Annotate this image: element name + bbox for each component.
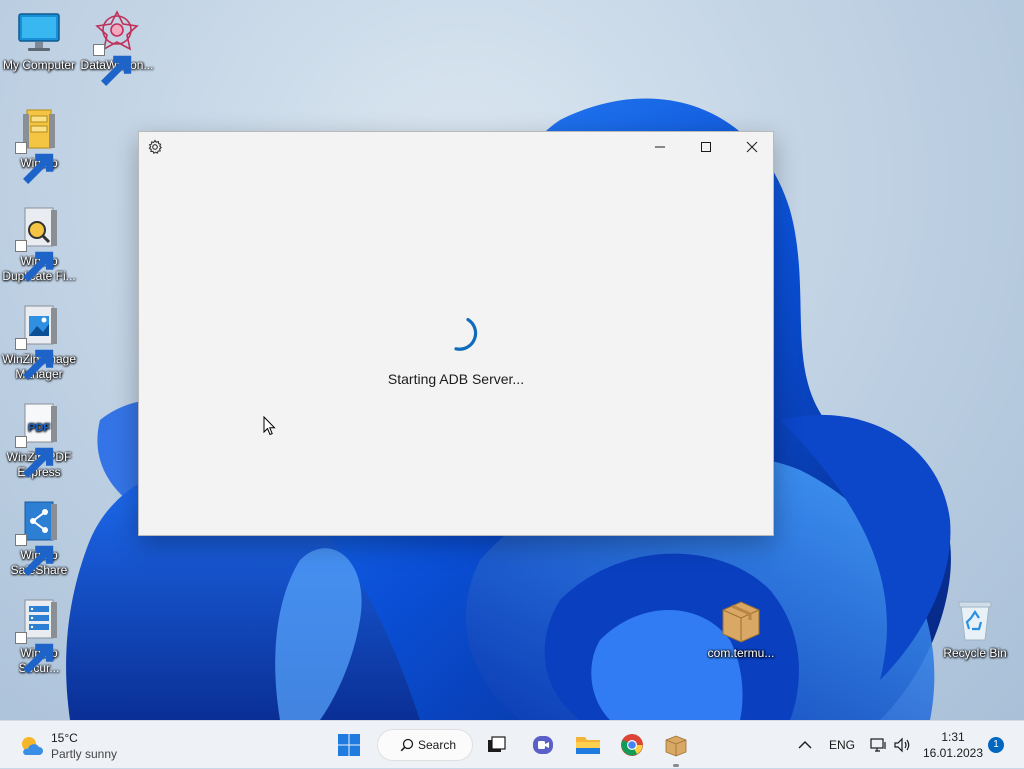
clock[interactable]: 1:31 16.01.2023 — [920, 729, 986, 761]
minimize-button[interactable] — [637, 132, 683, 162]
windows-logo-icon — [338, 734, 360, 756]
weather-condition: Partly sunny — [51, 747, 118, 761]
monitor-icon — [15, 8, 63, 56]
desktop-icon-label: My Computer — [2, 58, 76, 72]
weather-temperature: 15°C — [51, 731, 78, 745]
show-hidden-icons-button[interactable] — [798, 721, 812, 769]
shortcut-arrow-icon — [15, 142, 54, 184]
winzip-icon — [15, 106, 63, 184]
taskbar: 15°C Partly sunny Search ENG 1:31 16.01.… — [0, 720, 1024, 768]
desktop-icon-label: Recycle Bin — [943, 646, 1007, 660]
desktop-icon-winzip-image-manager[interactable]: WinZip Image Manager — [0, 302, 78, 382]
folder-icon — [576, 737, 600, 754]
active-indicator — [673, 764, 679, 767]
task-view-button[interactable] — [481, 729, 513, 761]
app-window[interactable]: Starting ADB Server... — [138, 131, 774, 536]
recycle-bin-icon — [951, 596, 999, 644]
package-box-icon — [665, 735, 687, 757]
network-icon[interactable] — [870, 721, 888, 769]
desktop-icon-my-computer[interactable]: My Computer — [0, 8, 78, 73]
maximize-icon — [701, 142, 711, 152]
winzip-image-icon — [15, 302, 63, 380]
partly-sunny-icon — [22, 737, 43, 755]
desktop-icon-winzip-secure[interactable]: WinZip Secur... — [0, 596, 78, 676]
weather-widget[interactable]: 15°C Partly sunny — [18, 729, 148, 761]
desktop-icon-datawagon[interactable]: DataWagon... — [78, 8, 156, 86]
clock-time: 1:31 — [941, 730, 965, 744]
winzip-safeshare-icon — [15, 498, 63, 576]
volume-icon[interactable] — [894, 721, 912, 769]
chrome-icon — [621, 734, 643, 756]
datawagon-icon — [93, 8, 141, 86]
clock-date: 16.01.2023 — [922, 746, 984, 760]
package-box-icon — [717, 596, 765, 644]
shortcut-arrow-icon — [15, 338, 54, 380]
chat-icon — [533, 736, 553, 754]
chevron-up-icon — [798, 741, 812, 749]
desktop-icon-winzip[interactable]: WinZip — [0, 106, 78, 184]
winzip-duplicate-icon — [15, 204, 63, 282]
close-button[interactable] — [729, 132, 775, 162]
close-icon — [746, 141, 758, 153]
teams-chat-button[interactable] — [527, 729, 559, 761]
status-text: Starting ADB Server... — [387, 371, 525, 387]
shortcut-arrow-icon — [15, 240, 54, 282]
minimize-icon — [655, 146, 665, 148]
search-icon — [400, 738, 414, 752]
search-label: Search — [418, 738, 457, 752]
task-view-icon — [488, 736, 506, 752]
language-indicator[interactable]: ENG — [829, 721, 855, 769]
winzip-pdf-icon: PDF — [15, 400, 63, 478]
desktop-icon-recycle-bin[interactable]: Recycle Bin — [936, 596, 1014, 661]
file-explorer-button[interactable] — [572, 729, 604, 761]
shortcut-arrow-icon — [15, 632, 54, 674]
notification-badge[interactable]: 1 — [988, 737, 1004, 753]
winzip-secure-icon — [15, 596, 63, 674]
shortcut-arrow-icon — [15, 534, 54, 576]
shortcut-arrow-icon — [93, 44, 132, 86]
taskbar-search[interactable]: Search — [377, 729, 473, 761]
start-button[interactable] — [333, 729, 365, 761]
desktop: My Computer DataWagon... WinZip WinZip D… — [0, 0, 1024, 720]
maximize-button[interactable] — [683, 132, 729, 162]
desktop-icon-winzip-safeshare[interactable]: WinZip SafeShare — [0, 498, 78, 578]
chrome-button[interactable] — [616, 729, 648, 761]
loading-spinner — [454, 318, 478, 351]
gear-icon[interactable] — [147, 139, 163, 155]
desktop-icon-com-termux[interactable]: com.termu... — [702, 596, 780, 661]
desktop-icon-winzip-pdf-express[interactable]: PDF WinZip PDF Express — [0, 400, 78, 480]
shortcut-arrow-icon — [15, 436, 54, 478]
desktop-icon-label: com.termu... — [707, 646, 775, 660]
mouse-cursor-icon — [263, 416, 276, 436]
app-taskbar-button[interactable] — [660, 729, 692, 767]
desktop-icon-winzip-duplicate[interactable]: WinZip Duplicate Fi... — [0, 204, 78, 284]
pdf-glyph-text: PDF — [28, 422, 50, 434]
